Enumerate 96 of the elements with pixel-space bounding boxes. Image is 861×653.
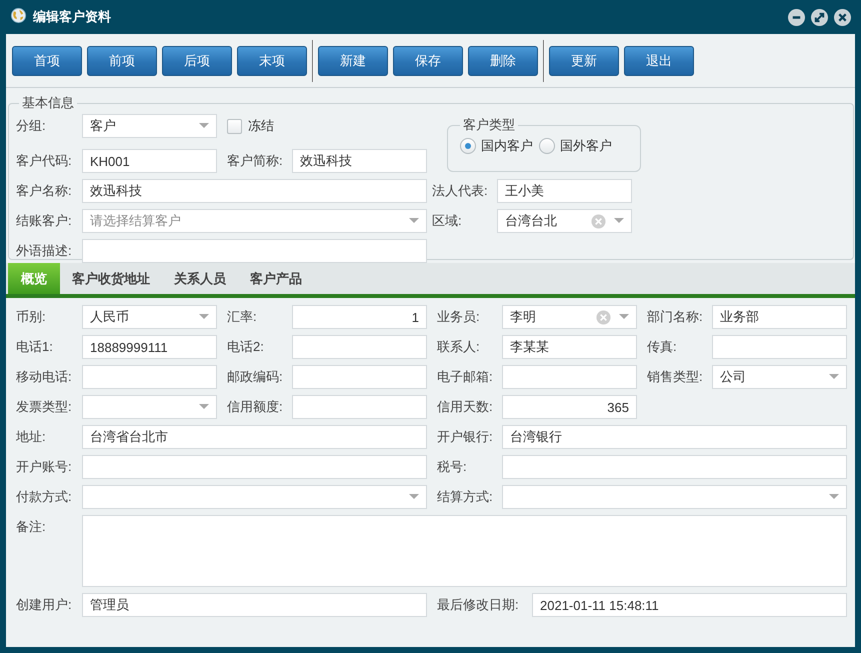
text-field[interactable]: 台湾省台北市 xyxy=(82,425,427,449)
freeze-checkbox[interactable]: 冻结 xyxy=(227,114,274,138)
text-field[interactable]: 王小美 xyxy=(497,179,632,203)
field-label: 区域: xyxy=(431,212,463,230)
caret-icon[interactable] xyxy=(614,218,624,224)
caret-icon[interactable] xyxy=(829,494,839,500)
text-field[interactable]: 18889999111 xyxy=(82,335,217,359)
caret-icon[interactable] xyxy=(829,374,839,380)
field-label: 结算方式: xyxy=(436,488,494,506)
close-icon[interactable] xyxy=(834,8,851,26)
caret-icon[interactable] xyxy=(409,494,419,500)
dropdown-field[interactable] xyxy=(82,395,217,419)
text-field[interactable]: 李某某 xyxy=(502,335,637,359)
toolbar-button[interactable]: 前项 xyxy=(87,46,157,76)
field-label: 销售类型: xyxy=(646,368,704,386)
text-field[interactable]: KH001 xyxy=(82,149,217,173)
toolbar-button[interactable]: 首项 xyxy=(12,46,82,76)
field-label: 开户账号: xyxy=(16,458,73,476)
clear-icon[interactable] xyxy=(591,214,606,228)
group-title: 客户类型 xyxy=(462,116,516,134)
dropdown-field[interactable]: 客户 xyxy=(82,114,217,138)
caret-icon[interactable] xyxy=(199,123,209,129)
number-field[interactable]: 1 xyxy=(292,305,427,329)
window-title: 编辑客户资料 xyxy=(33,8,112,26)
toolbar-button[interactable]: 新建 xyxy=(318,46,388,76)
field-label: 付款方式: xyxy=(16,488,73,506)
field-label: 业务员: xyxy=(436,308,481,326)
field-label: 分组: xyxy=(16,117,47,135)
text-field[interactable] xyxy=(712,335,847,359)
text-field[interactable]: 台湾银行 xyxy=(502,425,847,449)
maximize-icon[interactable] xyxy=(811,8,828,26)
remarks-field[interactable] xyxy=(82,515,847,587)
field-label: 汇率: xyxy=(226,308,258,326)
caret-icon[interactable] xyxy=(409,218,419,224)
text-field[interactable] xyxy=(292,365,427,389)
field-label: 开户银行: xyxy=(436,428,494,446)
text-field[interactable]: 效迅科技 xyxy=(292,149,427,173)
field-label: 联系人: xyxy=(436,338,481,356)
text-field[interactable] xyxy=(82,365,217,389)
date-field[interactable]: 2021-01-11 15:48:11 xyxy=(532,593,847,617)
field-label: 电话2: xyxy=(226,338,265,356)
field-label: 传真: xyxy=(646,338,678,356)
radio-option[interactable]: 国外客户 xyxy=(539,137,612,155)
toolbar-button[interactable]: 后项 xyxy=(162,46,232,76)
minimize-icon[interactable] xyxy=(788,8,805,26)
text-field[interactable]: 效迅科技 xyxy=(82,179,427,203)
caret-icon[interactable] xyxy=(199,404,209,410)
dropdown-field[interactable]: 公司 xyxy=(712,365,847,389)
field-label: 法人代表: xyxy=(431,182,489,200)
toolbar-button[interactable]: 保存 xyxy=(393,46,463,76)
dropdown-field[interactable]: 人民币 xyxy=(82,305,217,329)
toolbar-button[interactable]: 末项 xyxy=(237,46,307,76)
field-label: 信用天数: xyxy=(436,398,494,416)
clear-icon[interactable] xyxy=(596,310,611,324)
caret-icon[interactable] xyxy=(199,314,209,320)
field-label: 邮政编码: xyxy=(226,368,284,386)
field-label: 部门名称: xyxy=(646,308,704,326)
field-label: 移动电话: xyxy=(16,368,73,386)
field-label: 电话1: xyxy=(16,338,54,356)
dropdown-field[interactable] xyxy=(502,485,847,509)
radio-option[interactable]: 国内客户 xyxy=(460,137,533,155)
field-label: 客户简称: xyxy=(226,152,284,170)
tab[interactable]: 客户收货地址 xyxy=(60,263,162,294)
tab[interactable]: 客户产品 xyxy=(238,263,314,294)
number-field[interactable]: 365 xyxy=(502,395,637,419)
text-field[interactable] xyxy=(82,455,427,479)
field-label: 客户代码: xyxy=(16,152,73,170)
field-label: 结账客户: xyxy=(16,212,73,230)
field-label: 外语描述: xyxy=(16,242,73,260)
text-field[interactable] xyxy=(292,335,427,359)
field-label: 客户名称: xyxy=(16,182,73,200)
field-label: 信用额度: xyxy=(226,398,284,416)
field-label: 币别: xyxy=(16,308,47,326)
globe-icon xyxy=(11,8,26,23)
field-label: 税号: xyxy=(436,458,468,476)
dropdown-field[interactable]: 李明 xyxy=(502,305,637,329)
field-label: 地址: xyxy=(16,428,47,446)
field-label: 创建用户: xyxy=(16,596,73,614)
text-field[interactable]: 业务部 xyxy=(712,305,847,329)
section-title: 基本信息 xyxy=(21,94,75,112)
toolbar-button[interactable]: 删除 xyxy=(468,46,538,76)
field-label: 电子邮箱: xyxy=(436,368,494,386)
field-label: 最后修改日期: xyxy=(436,596,520,614)
text-field[interactable] xyxy=(82,239,427,263)
text-field[interactable]: 管理员 xyxy=(82,593,427,617)
dropdown-field[interactable] xyxy=(82,485,427,509)
toolbar-button[interactable]: 更新 xyxy=(549,46,619,76)
text-field[interactable] xyxy=(502,365,637,389)
toolbar-button[interactable]: 退出 xyxy=(624,46,694,76)
caret-icon[interactable] xyxy=(619,314,629,320)
text-field[interactable] xyxy=(502,455,847,479)
field-label: 发票类型: xyxy=(16,398,73,416)
tab[interactable]: 关系人员 xyxy=(162,263,238,294)
text-field[interactable] xyxy=(292,395,427,419)
dropdown-field[interactable]: 台湾台北 xyxy=(497,209,632,233)
field-label: 备注: xyxy=(16,518,47,536)
